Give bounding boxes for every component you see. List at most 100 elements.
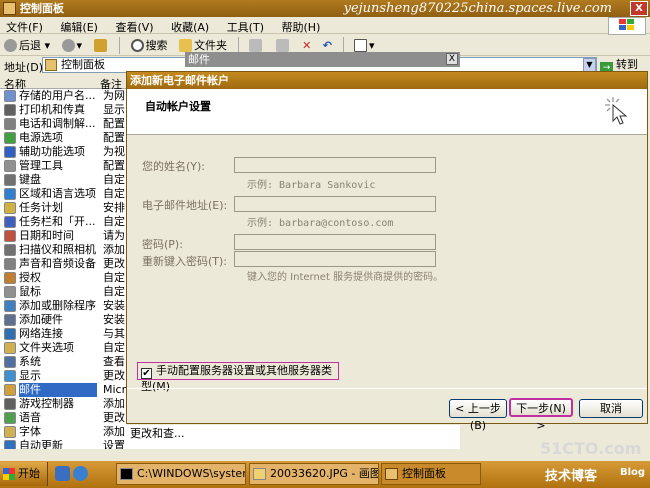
list-item[interactable]: 存储的用户名... 为网 — [0, 89, 126, 103]
task-paint[interactable]: 20033620.JPG - 画图 — [249, 463, 379, 485]
back-button[interactable]: 后退 ▾ — [0, 36, 54, 55]
list-item[interactable]: 键盘 自定 — [0, 173, 126, 187]
list-item[interactable]: 邮件 Micr — [0, 383, 126, 397]
menu-help[interactable]: 帮助(H) — [276, 17, 329, 35]
control-panel-icon — [385, 468, 398, 480]
control-panel-item-icon — [4, 174, 16, 186]
list-item[interactable]: 声音和音频设备 更改 — [0, 257, 126, 271]
list-item[interactable]: 任务计划 安排 — [0, 201, 126, 215]
list-item-desc: 配置 — [103, 159, 125, 172]
list-item[interactable]: 文件夹选项 自定 — [0, 341, 126, 355]
list-item[interactable]: 打印机和传真 显示 — [0, 103, 126, 117]
list-item[interactable]: 系统 查看 — [0, 355, 126, 369]
list-item-desc: 配置 — [103, 117, 125, 130]
control-panel-item-icon — [4, 356, 16, 368]
list-item-desc: 自定 — [103, 187, 125, 200]
email-hint: 示例: barbara@contoso.com — [247, 218, 394, 229]
list-item[interactable]: 电源选项 配置 — [0, 131, 126, 145]
list-item-desc: 查看 — [103, 355, 125, 368]
list-item[interactable]: 鼠标 自定 — [0, 285, 126, 299]
move-to-icon — [249, 39, 263, 52]
list-item-name: 游戏控制器 — [19, 397, 74, 410]
control-panel-item-icon — [4, 104, 16, 116]
up-folder-button[interactable] — [90, 36, 113, 55]
list-item-desc: 配置 — [103, 131, 125, 144]
menu-view[interactable]: 查看(V) — [109, 17, 161, 35]
control-panel-item-icon — [4, 202, 16, 214]
manual-config-checkbox[interactable]: ✔ 手动配置服务器设置或其他服务器类型(M) — [137, 362, 339, 393]
password-label: 密码(P): — [142, 238, 183, 251]
search-button[interactable]: 搜索 — [127, 36, 172, 55]
list-item[interactable]: 网络连接 与其 — [0, 327, 126, 341]
list-item[interactable]: 任务栏和「开... 自定 — [0, 215, 126, 229]
list-item-name: 声音和音频设备 — [19, 257, 96, 270]
copy-to-icon — [275, 39, 289, 52]
menu-favorites[interactable]: 收藏(A) — [165, 17, 217, 35]
list-item[interactable]: 辅助功能选项 为视 — [0, 145, 126, 159]
cancel-button[interactable]: 取消 — [579, 399, 643, 418]
list-item-desc: 更改 — [103, 411, 125, 424]
password-hint: 键入您的 Internet 服务提供商提供的密码。 — [247, 272, 444, 283]
next-button[interactable]: 下一步(N) > — [509, 398, 573, 432]
control-panel-item-icon — [4, 258, 16, 270]
show-desktop-icon[interactable] — [55, 466, 70, 481]
address-dropdown-button[interactable]: ▼ — [583, 58, 596, 72]
list-item-name: 添加硬件 — [19, 313, 63, 326]
control-panel-icon — [45, 59, 57, 71]
menu-file[interactable]: 文件(F) — [0, 17, 51, 35]
paint-icon — [253, 468, 266, 480]
up-folder-icon — [93, 39, 107, 52]
control-panel-item-icon — [4, 244, 16, 256]
name-field[interactable] — [234, 157, 436, 173]
start-button[interactable]: 开始 — [0, 462, 48, 486]
list-item[interactable]: 显示 更改 — [0, 369, 126, 383]
list-item[interactable]: 字体 添加 — [0, 425, 126, 439]
retype-password-field[interactable] — [234, 251, 436, 267]
ie-icon[interactable] — [73, 466, 88, 481]
dialog-title: 添加新电子邮件帐户 — [127, 72, 647, 89]
task-cmd[interactable]: C:\WINDOWS\system3... — [116, 463, 246, 485]
task-control-panel[interactable]: 控制面板 — [381, 463, 481, 485]
list-item[interactable]: 管理工具 配置 — [0, 159, 126, 173]
control-panel-item-icon — [4, 90, 16, 102]
list-item-desc: 安装 — [103, 299, 125, 312]
list-item[interactable]: 自动更新 设置 Windows 自... — [0, 439, 126, 449]
list-item[interactable]: 授权 自定 — [0, 271, 126, 285]
back-arrow-icon — [4, 39, 17, 52]
toolbar-separator — [119, 37, 121, 54]
list-item-name: 语音 — [19, 411, 41, 424]
password-field[interactable] — [234, 234, 436, 250]
list-item-desc: 设置 Windows 自... — [103, 439, 126, 449]
list-item[interactable]: 语音 更改 — [0, 411, 126, 425]
list-item[interactable]: 游戏控制器 添加 — [0, 397, 126, 411]
views-icon — [354, 39, 367, 52]
list-item-name: 打印机和传真 — [19, 103, 85, 116]
control-panel-item-icon — [4, 230, 16, 242]
forward-button[interactable]: ▾ — [58, 36, 87, 55]
list-item-desc: 与其 — [103, 327, 125, 340]
email-field[interactable] — [234, 196, 436, 212]
list-header: 名称 备注 — [0, 75, 126, 91]
list-item-name: 网络连接 — [19, 327, 63, 340]
windows-logo-icon — [3, 468, 15, 480]
list-item-desc: 自定 — [103, 271, 125, 284]
list-item[interactable]: 日期和时间 请为 — [0, 229, 126, 243]
control-panel-item-icon — [4, 132, 16, 144]
control-panel-item-icon — [4, 286, 16, 298]
menu-tools[interactable]: 工具(T) — [221, 17, 272, 35]
list-item[interactable]: 添加或删除程序 安装 — [0, 299, 126, 313]
list-item[interactable]: 添加硬件 安装 — [0, 313, 126, 327]
close-button[interactable]: X — [630, 1, 648, 16]
list-item-name: 邮件 — [19, 383, 97, 397]
back-button-dialog[interactable]: < 上一步(B) — [449, 399, 507, 432]
list-item[interactable]: 扫描仪和照相机 添加 — [0, 243, 126, 257]
list-item-name: 区域和语言选项 — [19, 187, 96, 200]
control-panel-item-icon — [4, 370, 16, 382]
list-item[interactable]: 电话和调制解... 配置 — [0, 117, 126, 131]
list-item-desc: 为网 — [103, 89, 125, 102]
list-item[interactable]: 区域和语言选项 自定 — [0, 187, 126, 201]
menu-edit[interactable]: 编辑(E) — [54, 17, 106, 35]
control-panel-item-icon — [4, 314, 16, 326]
search-icon — [130, 39, 144, 52]
mail-close-button[interactable]: X — [446, 53, 458, 65]
